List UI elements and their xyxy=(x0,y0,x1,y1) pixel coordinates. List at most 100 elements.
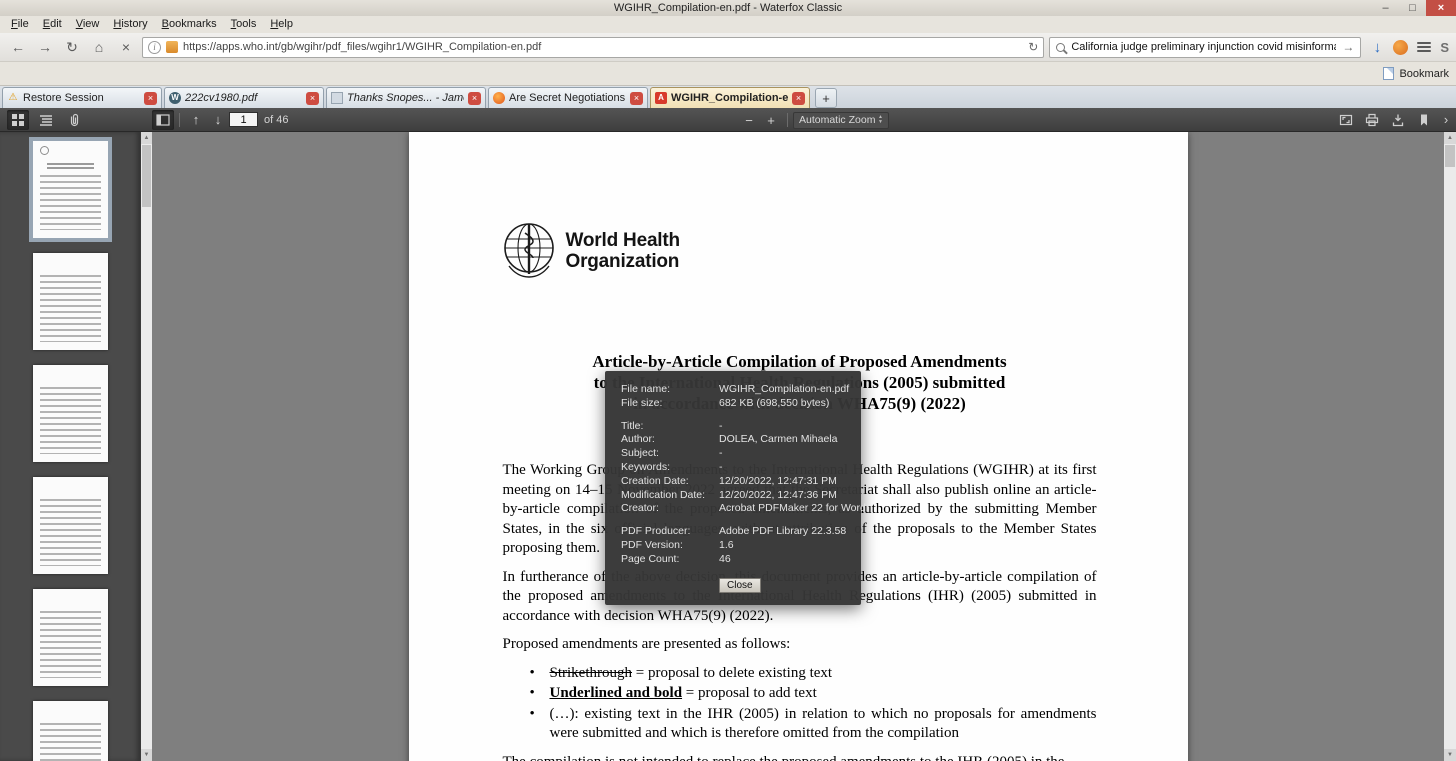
url-input[interactable] xyxy=(183,41,1024,53)
tab-secret-negotiations[interactable]: Are Secret Negotiations Under × xyxy=(488,87,648,108)
tab-thanks-snopes[interactable]: Thanks Snopes... - James Rogu × xyxy=(326,87,486,108)
tab-close-button[interactable]: × xyxy=(468,91,481,105)
sidebar-view-buttons xyxy=(0,109,152,130)
property-label: File size: xyxy=(621,396,663,409)
pdf-viewer: World Health Organization Article-by-Art… xyxy=(152,132,1444,761)
site-info-icon[interactable]: i xyxy=(148,40,161,54)
select-arrows-icon: ▲ ▼ xyxy=(878,114,883,125)
property-value: 12/20/2022, 12:47:36 PM xyxy=(719,488,837,501)
tab-close-button[interactable]: × xyxy=(792,91,805,105)
dialog-close-button[interactable]: Close xyxy=(719,577,761,593)
sidebar-scrollbar[interactable]: ▲ ▼ xyxy=(140,132,152,761)
tab-close-button[interactable]: × xyxy=(630,91,643,105)
pdf-content-area: ▲ ▼ World Health Organization Article-by… xyxy=(0,132,1456,761)
site-identity-icon[interactable] xyxy=(166,41,178,53)
thumbnail-page-4[interactable] xyxy=(32,477,108,574)
document-properties-dialog: File name: WGIHR_Compilation-en.pdf File … xyxy=(605,371,866,605)
thumbnail-sidebar xyxy=(0,132,140,761)
search-bar[interactable]: → xyxy=(1049,36,1362,58)
addon-s-icon[interactable]: S xyxy=(1440,40,1449,55)
flame-favicon-icon xyxy=(493,92,505,104)
menu-tools[interactable]: Tools xyxy=(224,16,264,33)
urlbar-reload-icon[interactable]: ↻ xyxy=(1028,40,1038,54)
minimize-button[interactable]: – xyxy=(1372,0,1399,16)
addon-icon[interactable] xyxy=(1393,39,1409,55)
zoom-out-button[interactable]: − xyxy=(738,110,760,130)
tab-close-button[interactable]: × xyxy=(306,91,319,105)
outline-view-button[interactable] xyxy=(35,110,57,130)
zoom-select[interactable]: Automatic Zoom ▲ ▼ xyxy=(793,111,889,129)
tab-close-button[interactable]: × xyxy=(144,91,157,105)
tab-bar: ⚠ Restore Session × W 222cv1980.pdf × Th… xyxy=(0,85,1456,108)
home-button[interactable]: ⌂ xyxy=(88,36,110,58)
tab-restore-session[interactable]: ⚠ Restore Session × xyxy=(2,87,162,108)
viewer-scrollbar[interactable]: ▲ ▼ xyxy=(1444,132,1456,761)
thumbnail-content xyxy=(39,499,101,566)
toolbar-overflow-button[interactable]: › xyxy=(1439,112,1453,127)
scroll-down-icon[interactable]: ▼ xyxy=(1444,749,1456,761)
menu-history[interactable]: History xyxy=(106,16,154,33)
download-button[interactable] xyxy=(1387,110,1409,130)
list-icon xyxy=(40,114,52,126)
menu-file[interactable]: File xyxy=(4,16,36,33)
scrollbar-thumb[interactable] xyxy=(1445,145,1455,167)
stop-button[interactable]: × xyxy=(115,36,137,58)
menu-view[interactable]: View xyxy=(69,16,107,33)
url-bar[interactable]: i ↻ xyxy=(142,36,1045,58)
thumbnail-page-2[interactable] xyxy=(32,253,108,350)
thumbnails-view-button[interactable] xyxy=(7,109,29,130)
new-tab-button[interactable]: + xyxy=(815,88,837,108)
scroll-up-icon[interactable]: ▲ xyxy=(141,132,152,144)
wordpress-icon: W xyxy=(169,92,181,104)
search-go-button[interactable]: → xyxy=(1342,40,1354,54)
thumbnail-page-5[interactable] xyxy=(32,589,108,686)
warning-icon: ⚠ xyxy=(8,92,18,103)
tab-title: WGIHR_Compilation-en.pdf xyxy=(671,92,788,104)
zoom-controls: − + Automatic Zoom ▲ ▼ xyxy=(738,108,889,132)
thumbnail-content xyxy=(46,163,94,171)
presentation-mode-button[interactable] xyxy=(1335,110,1357,130)
thumbnail-page-1[interactable] xyxy=(28,137,112,242)
search-input[interactable] xyxy=(1071,41,1337,53)
who-logo: World Health Organization xyxy=(501,222,680,280)
tab-222cv1980[interactable]: W 222cv1980.pdf × xyxy=(164,87,324,108)
page-number-input[interactable] xyxy=(229,112,258,127)
property-value: - xyxy=(719,419,723,432)
close-button[interactable]: × xyxy=(1426,0,1456,16)
toggle-sidebar-button[interactable] xyxy=(152,109,174,130)
thumbnail-page-3[interactable] xyxy=(32,365,108,462)
print-button[interactable] xyxy=(1361,110,1383,130)
back-button[interactable]: ← xyxy=(7,36,29,58)
attachments-view-button[interactable] xyxy=(63,110,85,130)
menu-edit[interactable]: Edit xyxy=(36,16,69,33)
paragraph: The compilation is not intended to repla… xyxy=(503,753,1097,761)
printer-icon xyxy=(1365,113,1379,126)
bookmarks-toolbar: Bookmark xyxy=(0,62,1456,85)
pdf-toolbar: ↑ ↓ of 46 − + Automatic Zoom ▲▼ xyxy=(0,108,1456,132)
bookmark-view-button[interactable] xyxy=(1413,110,1435,130)
pdf-toolbar-right: › xyxy=(1335,110,1456,130)
menu-help[interactable]: Help xyxy=(263,16,300,33)
maximize-button[interactable]: □ xyxy=(1399,0,1426,16)
refresh-button[interactable]: ↻ xyxy=(61,36,83,58)
property-label: PDF Producer: xyxy=(621,525,691,538)
search-icon xyxy=(1056,42,1066,52)
zoom-in-button[interactable]: + xyxy=(760,110,782,130)
scroll-down-icon[interactable]: ▼ xyxy=(141,749,152,761)
bookmarks-button[interactable]: Bookmark xyxy=(1399,68,1449,80)
menu-bookmarks[interactable]: Bookmarks xyxy=(155,16,224,33)
scrollbar-thumb[interactable] xyxy=(142,145,151,207)
tab-wgihr-compilation-active[interactable]: A WGIHR_Compilation-en.pdf × xyxy=(650,87,810,108)
property-label: Page Count: xyxy=(621,552,680,565)
property-value: 46 xyxy=(719,552,731,565)
next-page-button[interactable]: ↓ xyxy=(207,110,229,130)
window-controls: – □ × xyxy=(1372,0,1456,16)
list-item: Strikethrough = proposal to delete exist… xyxy=(530,664,1097,684)
forward-button[interactable]: → xyxy=(34,36,56,58)
thumbnail-page-6[interactable] xyxy=(32,701,108,761)
downloads-button[interactable]: ↓ xyxy=(1366,36,1388,58)
paragraph: Proposed amendments are presented as fol… xyxy=(502,636,791,652)
previous-page-button[interactable]: ↑ xyxy=(185,110,207,130)
scroll-up-icon[interactable]: ▲ xyxy=(1444,132,1456,144)
menu-hamburger-button[interactable] xyxy=(1413,36,1435,58)
